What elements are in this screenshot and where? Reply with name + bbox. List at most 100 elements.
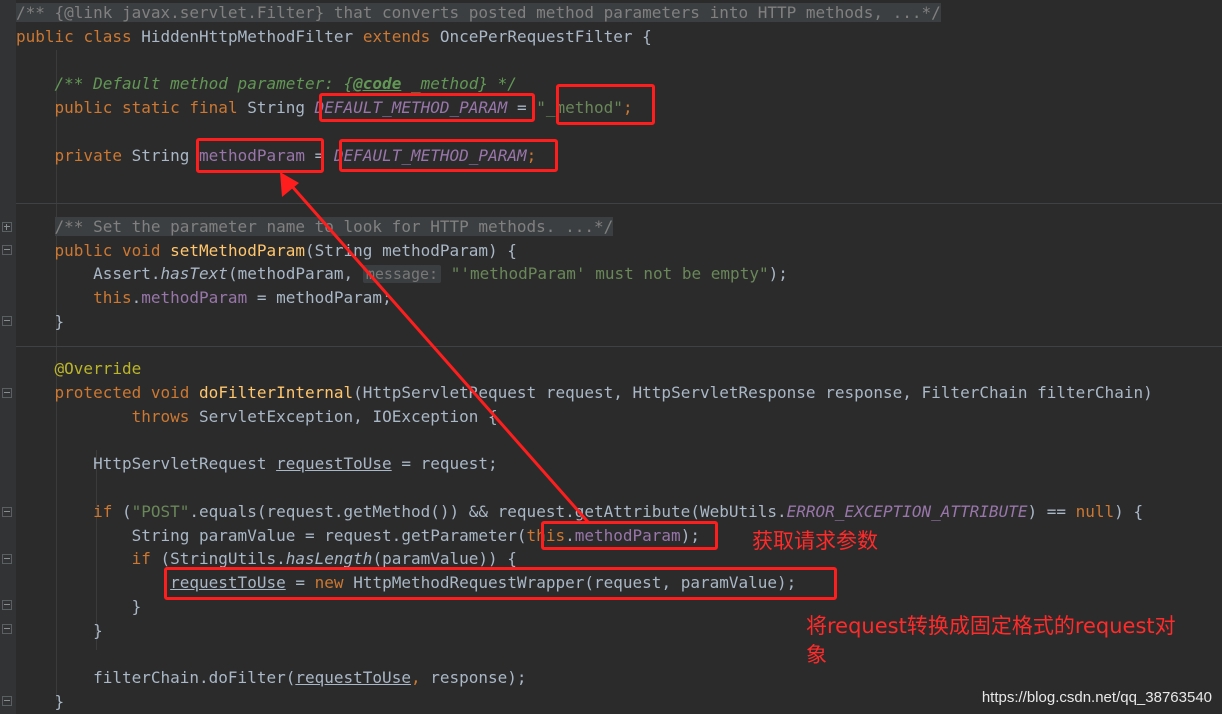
argument: (paramValue)) {: [372, 549, 517, 568]
field-name: methodParam: [141, 288, 248, 307]
keyword: public: [54, 98, 113, 117]
static-method: hasText: [160, 264, 228, 283]
parameter: FilterChain filterChain): [921, 383, 1153, 402]
code-line: HttpServletRequest requestToUse = reques…: [16, 452, 498, 476]
variable-name: requestToUse: [295, 668, 411, 687]
keyword: private: [54, 146, 122, 165]
fold-collapse-icon[interactable]: [2, 245, 12, 255]
closing-brace: }: [93, 621, 103, 640]
folded-doc-comment[interactable]: /** Set the parameter name to look for H…: [54, 217, 614, 236]
exception-type: IOException {: [372, 407, 498, 426]
parameters: (String methodParam) {: [305, 241, 517, 260]
keyword: extends: [362, 27, 431, 46]
method-separator: [16, 346, 1222, 347]
annotation-get-param: 获取请求参数: [752, 529, 878, 553]
fold-collapse-icon[interactable]: [2, 388, 12, 398]
code-line: this.methodParam = methodParam;: [16, 286, 392, 310]
closing: );: [768, 264, 788, 283]
code-line: public class HiddenHttpMethodFilter exte…: [16, 25, 652, 49]
type-name: String: [131, 146, 190, 165]
class-ref: (StringUtils.: [160, 549, 286, 568]
fold-collapse-icon[interactable]: [2, 507, 12, 517]
method-name: doFilterInternal: [199, 383, 354, 402]
type-name: String: [247, 98, 306, 117]
closing-brace: }: [54, 312, 65, 331]
keyword: void: [150, 383, 190, 402]
fold-collapse-icon[interactable]: [2, 554, 12, 564]
parameter-hint: message:: [362, 265, 442, 283]
comma: ,: [410, 668, 421, 687]
code-line: }: [16, 619, 103, 643]
code-line: }: [16, 310, 65, 334]
assignment: = request;: [401, 454, 498, 473]
parameter: (HttpServletRequest request,: [353, 383, 623, 402]
fold-expand-icon[interactable]: [2, 222, 12, 232]
constant-name: ERROR_EXCEPTION_ATTRIBUTE: [786, 502, 1028, 521]
keyword: throws: [131, 407, 190, 426]
keyword: protected: [54, 383, 142, 402]
keyword: static: [121, 98, 180, 117]
keyword: void: [121, 241, 161, 260]
argument: (methodParam,: [227, 264, 354, 283]
code-line: throws ServletException, IOException {: [16, 405, 498, 429]
annotation-convert-line1: 将request转换成固定格式的request对: [806, 614, 1176, 638]
highlight-box-method-value: [556, 84, 655, 125]
keyword: final: [189, 98, 238, 117]
highlight-box-get-param: [541, 521, 718, 550]
doc-comment: /** Default method parameter: {: [54, 74, 354, 93]
expression: .equals(request.getMethod()) && request.…: [189, 502, 787, 521]
keyword: if: [131, 549, 151, 568]
annotation-convert-line2: 象: [806, 643, 827, 667]
watermark: https://blog.csdn.net/qq_38763540: [981, 689, 1212, 706]
keyword: public: [16, 27, 74, 46]
method-separator: [16, 203, 1222, 204]
code-line: @Override: [16, 357, 142, 381]
fold-collapse-icon[interactable]: [2, 624, 12, 634]
closing-brace: }: [131, 597, 142, 616]
highlight-box-wrapper: [164, 567, 837, 600]
arrow-head: [280, 172, 299, 197]
closing: ) {: [1114, 502, 1144, 521]
editor-gutter: [0, 0, 16, 714]
closing-brace: }: [54, 692, 65, 711]
exception-type: ServletException,: [199, 407, 363, 426]
keyword: class: [83, 27, 132, 46]
keyword: public: [54, 241, 113, 260]
doc-tag: @code: [353, 74, 402, 93]
dot: .: [131, 288, 142, 307]
assignment: = methodParam;: [247, 288, 392, 307]
parameter: HttpServletResponse response,: [632, 383, 912, 402]
annotation: @Override: [54, 359, 142, 378]
variable-name: requestToUse: [276, 454, 392, 473]
type-name: HttpServletRequest: [93, 454, 267, 473]
string-literal: "'methodParam' must not be empty": [450, 264, 769, 283]
code-line: protected void doFilterInternal(HttpServ…: [16, 381, 1153, 405]
code-line: filterChain.doFilter(requestToUse, respo…: [16, 666, 527, 690]
fold-collapse-icon[interactable]: [2, 316, 12, 326]
keyword: null: [1075, 502, 1115, 521]
class-name: HiddenHttpMethodFilter: [141, 27, 354, 46]
folded-doc-comment[interactable]: /** {@link javax.servlet.Filter} that co…: [16, 3, 941, 22]
superclass-name: OncePerRequestFilter {: [439, 27, 652, 46]
statement: String paramValue = request.getParameter…: [131, 526, 527, 545]
keyword: if: [93, 502, 113, 521]
code-line: Assert.hasText(methodParam, message: "'m…: [16, 262, 788, 286]
code-line: }: [16, 595, 142, 619]
class-ref: Assert.: [93, 264, 161, 283]
code-line: /** {@link javax.servlet.Filter} that co…: [16, 1, 941, 25]
highlight-box-method-param: [196, 138, 324, 173]
operator: ) ==: [1027, 502, 1066, 521]
doc-comment: _method} */: [401, 74, 517, 93]
highlight-box-default-param: [339, 139, 558, 172]
keyword: this: [93, 288, 132, 307]
fold-collapse-icon[interactable]: [2, 600, 12, 610]
method-name: setMethodParam: [170, 241, 305, 260]
static-method: hasLength: [285, 549, 373, 568]
paren: (: [121, 502, 132, 521]
fold-collapse-icon[interactable]: [2, 696, 12, 706]
argument: response);: [430, 668, 527, 687]
code-line: public void setMethodParam(String method…: [16, 239, 517, 263]
statement: filterChain.doFilter(: [93, 668, 296, 687]
highlight-box-constant: [319, 93, 535, 122]
code-line: /** Set the parameter name to look for H…: [16, 215, 614, 239]
